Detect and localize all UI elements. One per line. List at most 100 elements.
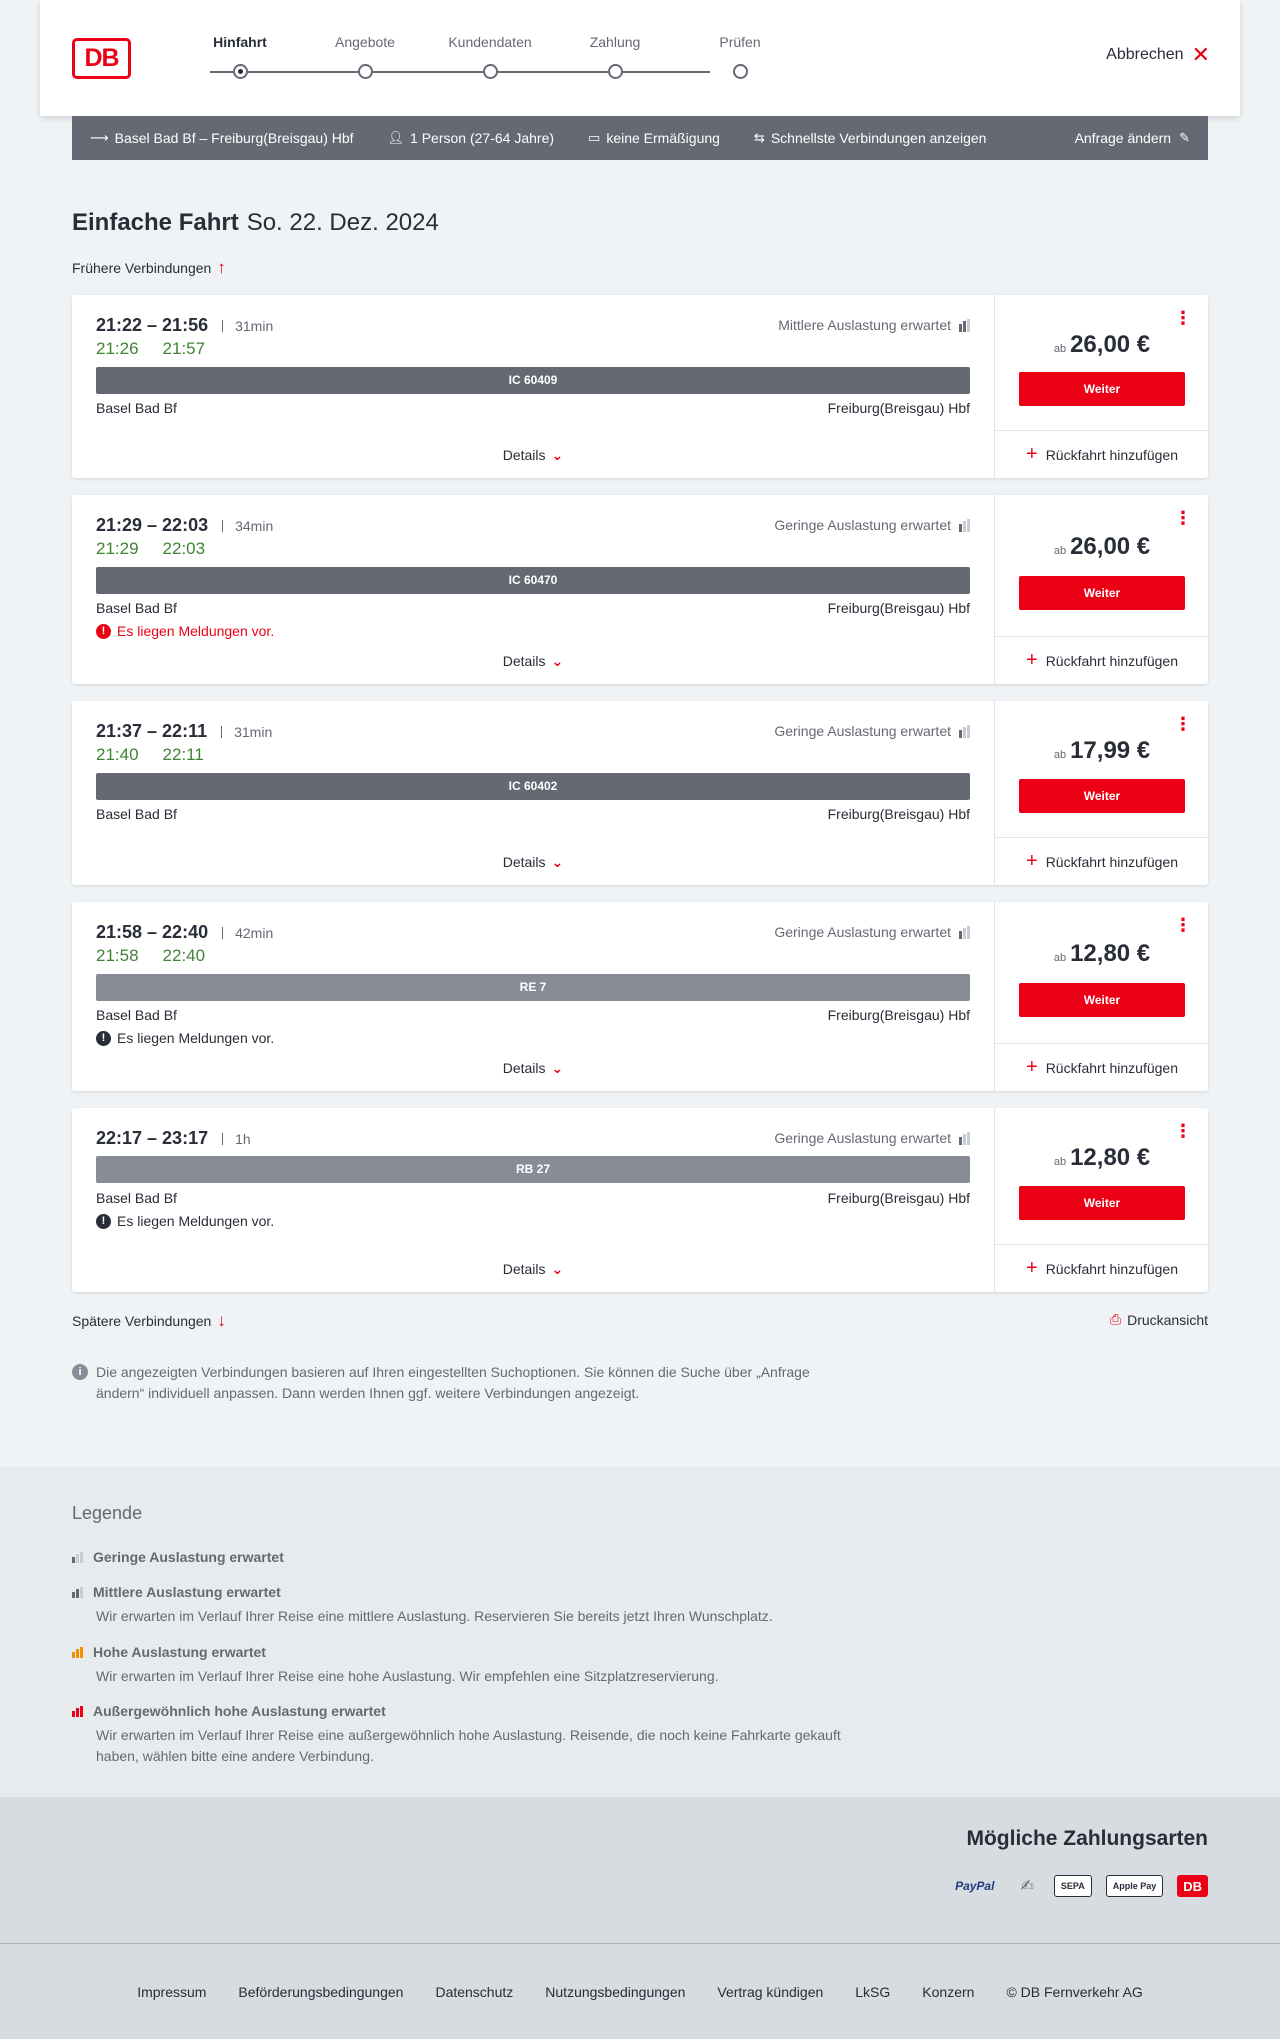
plus-icon: +	[1026, 1257, 1038, 1279]
train-bar[interactable]: RE 7	[96, 974, 970, 1001]
add-return-button[interactable]: + Rückfahrt hinzufügen	[995, 1244, 1209, 1292]
payment-title: Mögliche Zahlungsarten	[966, 1827, 1208, 1850]
step-kundendaten: Kundendaten	[440, 34, 540, 79]
edit-label: Anfrage ändern	[1074, 130, 1172, 146]
details-toggle[interactable]: Details ⌄	[72, 1261, 994, 1278]
more-options-icon[interactable]: ⋮	[1174, 309, 1192, 327]
step-dot	[483, 64, 498, 79]
more-options-icon[interactable]: ⋮	[1174, 715, 1192, 733]
footer-link-datenschutz[interactable]: Datenschutz	[435, 1984, 513, 2000]
search-option: ⇆ Schnellste Verbindungen anzeigen	[754, 130, 987, 146]
realtime: 21:26 21:57	[96, 339, 205, 359]
paypal-icon: PayPal	[955, 1879, 995, 1893]
connection-card: 21:22 – 21:56 31min 21:26 21:57 Mittlere A…	[72, 295, 1209, 478]
price: ab 12,80 €	[995, 940, 1209, 968]
card-icon: ▭	[588, 130, 601, 145]
origin-station: Basel Bad Bf	[96, 806, 177, 822]
chevron-down-icon: ⌄	[551, 447, 564, 463]
step-hinfahrt[interactable]: Hinfahrt	[190, 34, 290, 79]
train-bar[interactable]: RB 27	[96, 1156, 970, 1183]
price-value: 17,99 €	[1070, 737, 1151, 764]
sliders-icon: ⇆	[753, 130, 765, 145]
chevron-down-icon: ⌄	[551, 1261, 564, 1277]
alert-icon: !	[96, 1213, 111, 1229]
details-toggle[interactable]: Details ⌄	[72, 447, 994, 464]
details-label: Details	[502, 854, 546, 870]
occupancy-low-icon	[959, 518, 970, 532]
trip-type: Einfache Fahrt	[72, 209, 239, 236]
occupancy-very-high-icon	[72, 1705, 83, 1717]
footer-link-vertrag-kuendigen[interactable]: Vertrag kündigen	[717, 1984, 823, 2000]
continue-button[interactable]: Weiter	[1019, 576, 1185, 610]
origin-station: Basel Bad Bf	[96, 1190, 177, 1206]
realtime-arrival: 22:03	[162, 539, 206, 558]
footer: Impressum Beförderungsbedingungen Datens…	[0, 1943, 1280, 2039]
step-dot	[358, 64, 373, 79]
more-options-icon[interactable]: ⋮	[1174, 1122, 1192, 1140]
option-text: Schnellste Verbindungen anzeigen	[770, 130, 987, 146]
print-view-link[interactable]: ⎙ Druckansicht	[1110, 1311, 1208, 1328]
train-bar[interactable]: IC 60402	[96, 773, 970, 800]
occupancy-high-icon	[72, 1646, 83, 1658]
origin-station: Basel Bad Bf	[96, 400, 177, 416]
add-return-button[interactable]: + Rückfahrt hinzufügen	[995, 837, 1209, 885]
footer-link-befoerderungsbedingungen[interactable]: Beförderungsbedingungen	[238, 1984, 403, 2000]
destination-station: Freiburg(Breisgau) Hbf	[827, 600, 970, 616]
add-return-button[interactable]: + Rückfahrt hinzufügen	[995, 430, 1209, 478]
footer-link-lksg[interactable]: LkSG	[855, 1984, 890, 2000]
step-label: Angebote	[335, 34, 395, 50]
duration: 31min	[221, 725, 272, 739]
realtime-arrival: 21:57	[162, 339, 206, 358]
cancel-button[interactable]: Abbrechen ✕	[1106, 44, 1210, 66]
connection-card: 22:17 – 23:17 1h Geringe Auslastung erwar…	[72, 1108, 1209, 1292]
occupancy-label: Geringe Auslastung erwartet	[774, 1130, 951, 1146]
continue-button[interactable]: Weiter	[1019, 779, 1185, 813]
more-options-icon[interactable]: ⋮	[1174, 509, 1192, 527]
occupancy: Geringe Auslastung erwartet	[774, 723, 970, 739]
add-return-label: Rückfahrt hinzufügen	[1045, 652, 1178, 669]
footer-link-konzern[interactable]: Konzern	[922, 1984, 974, 2000]
edit-request-button[interactable]: Anfrage ändern ✎	[1075, 130, 1190, 146]
continue-button[interactable]: Weiter	[1019, 372, 1185, 406]
db-logo[interactable]: DB	[72, 38, 131, 79]
occupancy-label: Geringe Auslastung erwartet	[774, 723, 951, 739]
details-label: Details	[502, 653, 546, 669]
step-pruefen: Prüfen	[690, 34, 790, 79]
add-return-label: Rückfahrt hinzufügen	[1045, 1260, 1178, 1277]
step-angebote: Angebote	[315, 34, 415, 79]
add-return-label: Rückfahrt hinzufügen	[1045, 1059, 1178, 1076]
details-toggle[interactable]: Details ⌄	[72, 1060, 994, 1077]
message-notice: ! Es liegen Meldungen vor.	[96, 623, 274, 639]
realtime-departure: 21:29	[96, 539, 139, 558]
destination-station: Freiburg(Breisgau) Hbf	[827, 806, 970, 822]
train-bar[interactable]: IC 60409	[96, 367, 970, 394]
connection-times: 21:22 – 21:56 31min	[96, 315, 273, 336]
add-return-button[interactable]: + Rückfahrt hinzufügen	[995, 1043, 1209, 1091]
trip-date: So. 22. Dez. 2024	[246, 209, 439, 236]
more-options-icon[interactable]: ⋮	[1174, 916, 1192, 934]
continue-button[interactable]: Weiter	[1019, 1186, 1185, 1220]
earlier-connections-link[interactable]: Frühere Verbindungen ↑	[72, 258, 226, 278]
footer-copyright: © DB Fernverkehr AG	[1006, 1984, 1143, 2000]
realtime-departure: 21:58	[96, 946, 139, 965]
footer-link-impressum[interactable]: Impressum	[137, 1984, 206, 2000]
occupancy-low-icon	[72, 1551, 83, 1563]
later-connections-link[interactable]: Spätere Verbindungen ↓	[72, 1311, 226, 1331]
legend-item: Hohe Auslastung erwartet Wir erwarten im…	[72, 1644, 852, 1687]
train-bar[interactable]: IC 60470	[96, 567, 970, 594]
planned-times: 21:22 – 21:56	[96, 315, 209, 335]
print-label: Druckansicht	[1127, 1311, 1208, 1328]
stations: Basel Bad Bf Freiburg(Breisgau) Hbf	[96, 400, 970, 416]
connection-times: 21:29 – 22:03 34min	[96, 515, 273, 536]
offer-panel: ⋮ ab 12,80 € Weiter + Rückfahrt hinzufügen	[994, 1108, 1209, 1292]
details-toggle[interactable]: Details ⌄	[72, 653, 994, 670]
continue-button[interactable]: Weiter	[1019, 983, 1185, 1017]
price-value: 26,00 €	[1070, 331, 1151, 358]
chevron-down-icon: ⌄	[551, 653, 564, 669]
details-label: Details	[502, 1261, 546, 1277]
details-toggle[interactable]: Details ⌄	[72, 854, 994, 871]
footer-link-nutzungsbedingungen[interactable]: Nutzungsbedingungen	[545, 1984, 685, 2000]
legend-label: Hohe Auslastung erwartet	[93, 1644, 266, 1660]
add-return-button[interactable]: + Rückfahrt hinzufügen	[995, 636, 1209, 684]
planned-times: 21:58 – 22:40	[96, 922, 209, 942]
